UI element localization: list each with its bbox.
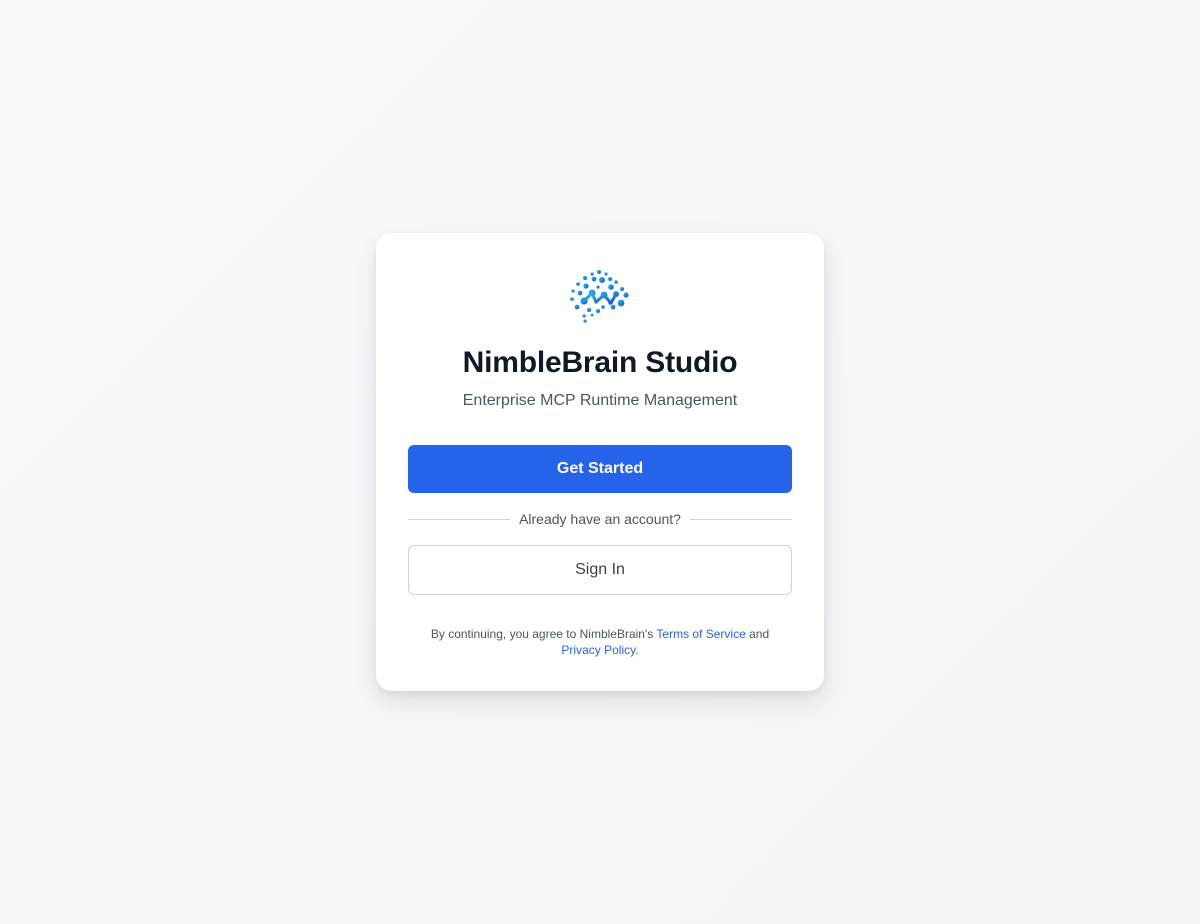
app-subtitle: Enterprise MCP Runtime Management (462, 392, 738, 409)
terms-of-service-link[interactable]: Terms of Service (656, 627, 745, 641)
app-title: NimbleBrain Studio (462, 346, 738, 379)
divider-text: Already have an account? (519, 511, 681, 527)
sign-in-button[interactable]: Sign In (408, 545, 792, 595)
legal-notice: By continuing, you agree to NimbleBrain'… (408, 626, 792, 658)
nimblebrain-logo-icon (570, 270, 629, 323)
get-started-button[interactable]: Get Started (408, 445, 792, 493)
divider-line-right (689, 518, 793, 520)
legal-prefix: By continuing, you agree to NimbleBrain'… (430, 627, 654, 641)
legal-suffix: . (635, 643, 639, 657)
login-card: NimbleBrain Studio Enterprise MCP Runtim… (376, 233, 824, 691)
privacy-policy-link[interactable]: Privacy Policy (561, 643, 635, 657)
divider-line-left (408, 518, 511, 520)
legal-conjunction: and (749, 627, 770, 641)
account-divider: Already have an account? (408, 509, 793, 529)
